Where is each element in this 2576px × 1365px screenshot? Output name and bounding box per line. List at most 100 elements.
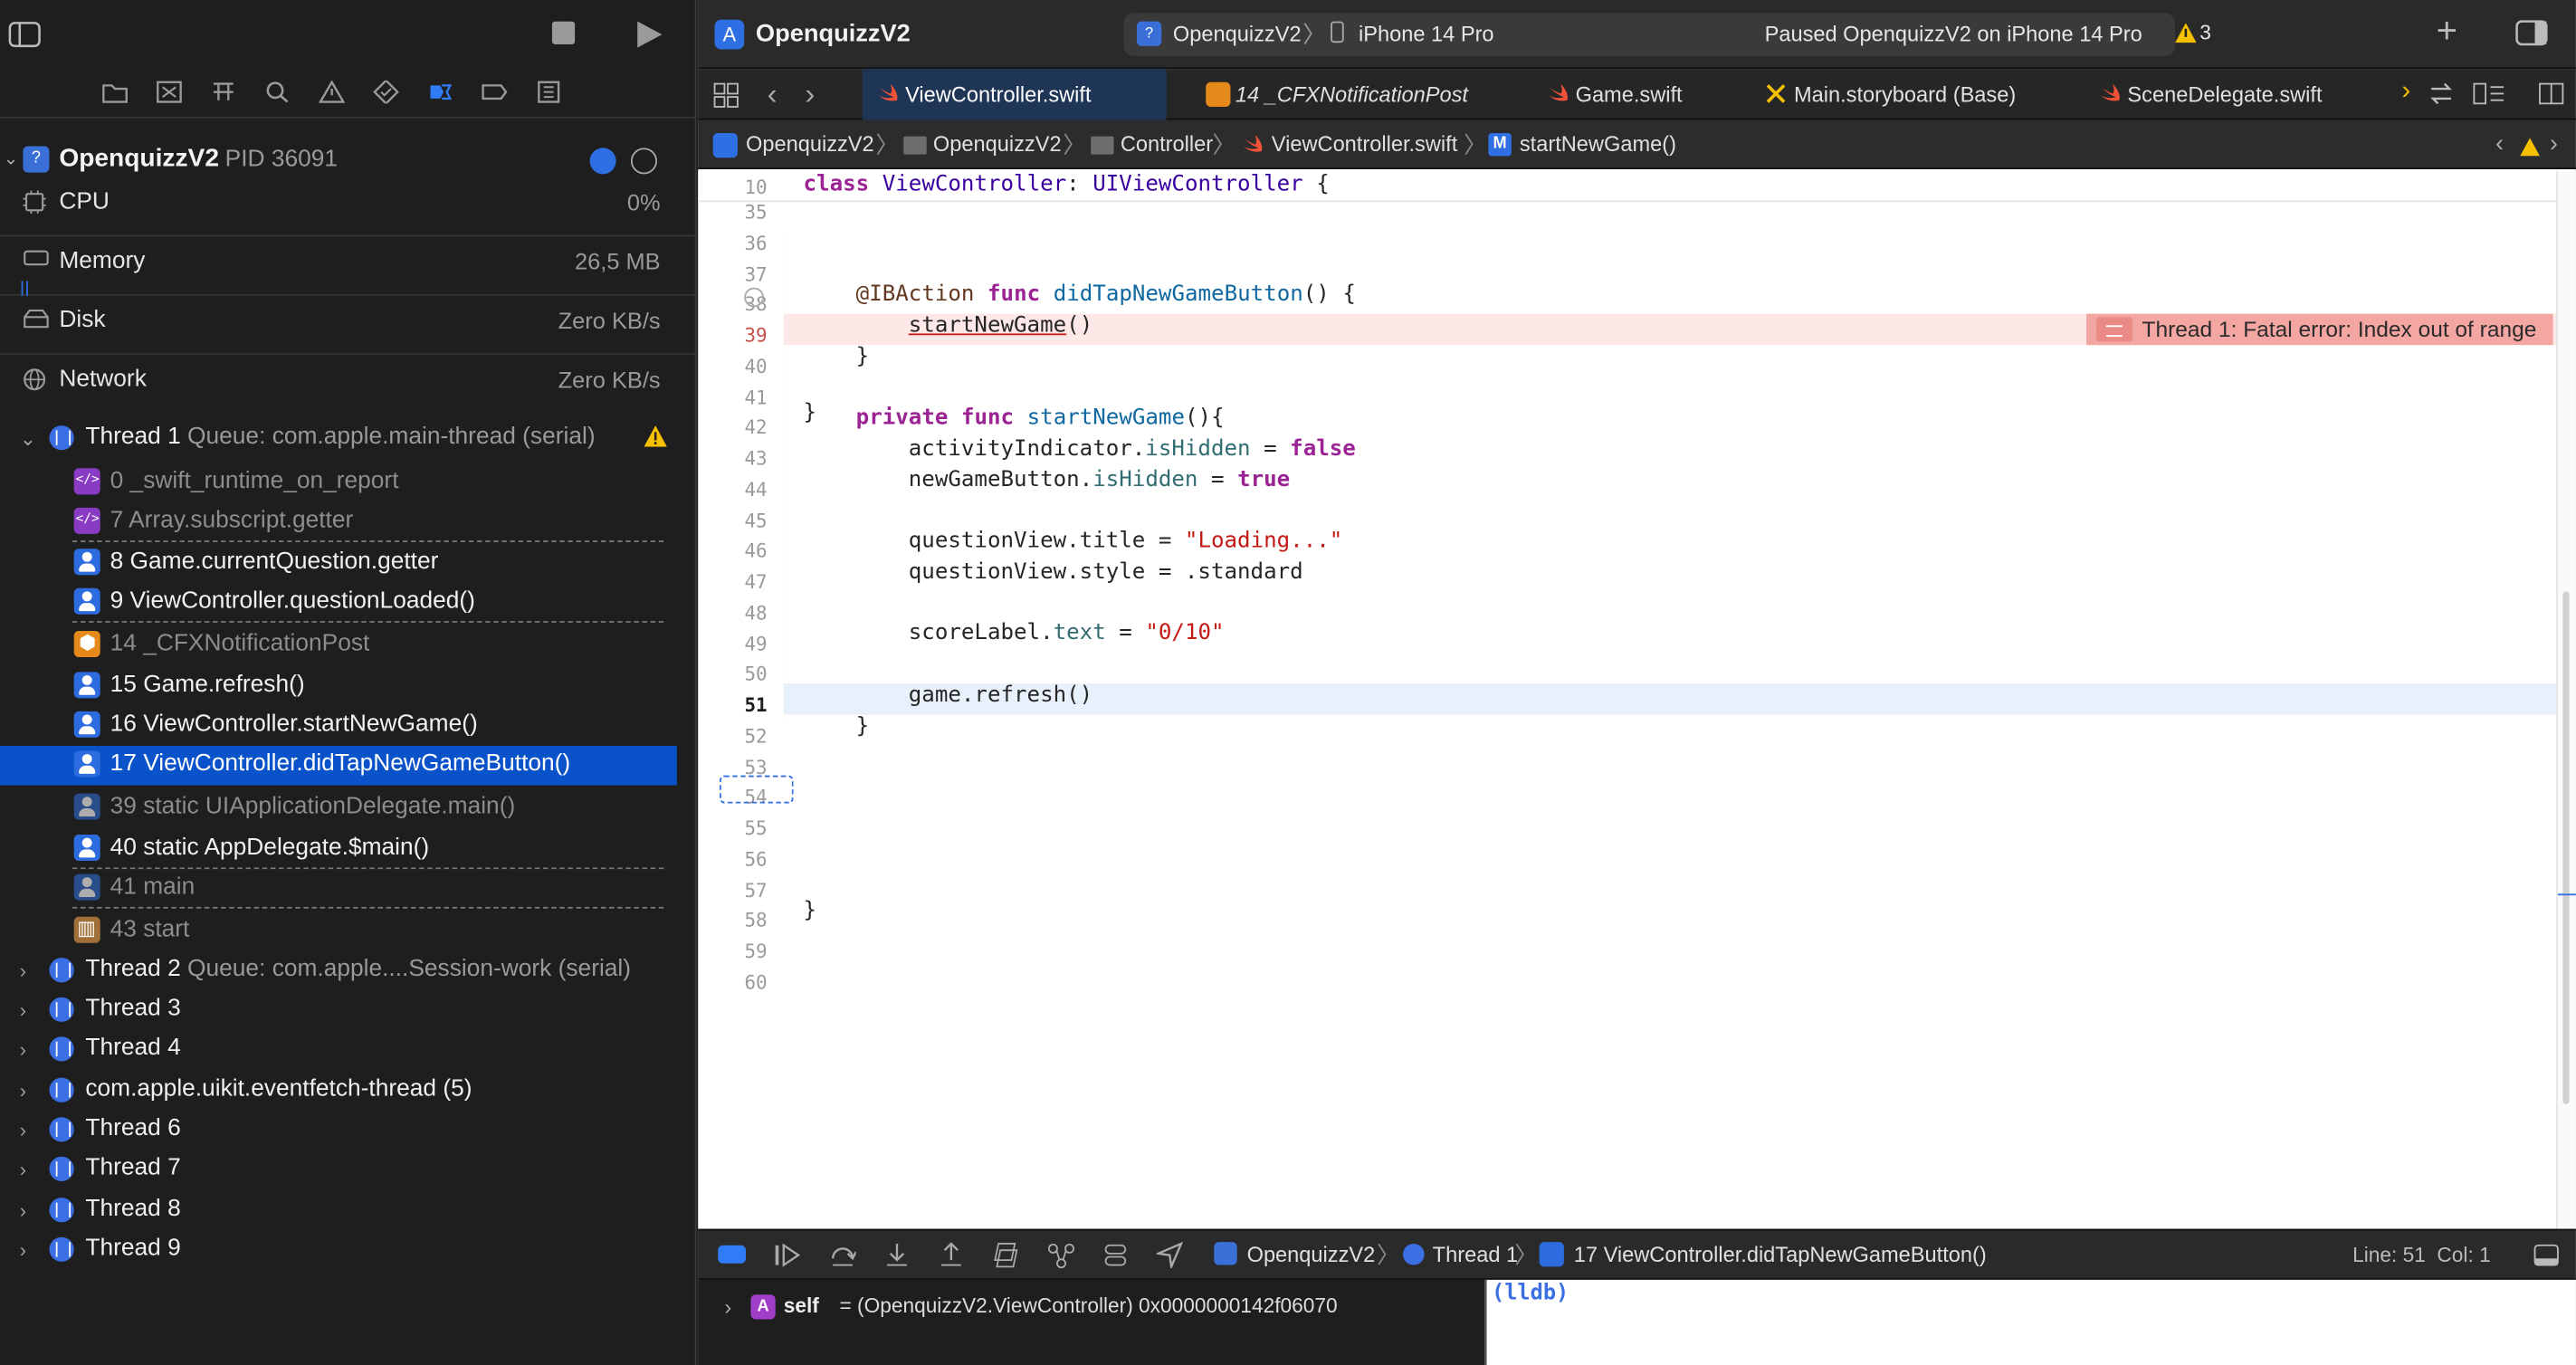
warning-icon[interactable] — [2175, 22, 2197, 48]
next-issue-icon[interactable]: › — [2550, 129, 2558, 158]
chevron-down-icon[interactable]: ⌄ — [4, 148, 19, 169]
sidebar-toggle-icon[interactable] — [8, 22, 41, 48]
debug-session-icon[interactable] — [589, 148, 616, 175]
editor-options-icon[interactable] — [2473, 82, 2505, 110]
breakpoint-placeholder[interactable] — [719, 775, 794, 804]
vertical-scrollbar[interactable] — [2556, 170, 2576, 1229]
thread-filter-icon[interactable] — [630, 148, 657, 175]
gauge-cpu[interactable]: CPU 0% — [0, 177, 697, 237]
symbol-icon[interactable] — [210, 81, 236, 103]
stack-frame-row[interactable]: 7 Array.subscript.getter — [0, 502, 697, 542]
grid-icon[interactable] — [713, 82, 739, 113]
step-over-icon[interactable] — [830, 1242, 857, 1273]
thread-row[interactable]: › Thread 7 — [0, 1152, 697, 1188]
thread-row-1[interactable]: ⌄ Thread 1 Queue: com.apple.main-thread … — [0, 421, 697, 457]
jump-folder[interactable]: Controller — [1121, 131, 1213, 156]
forward-chevron-icon[interactable]: › — [805, 77, 815, 111]
search-icon[interactable] — [264, 81, 291, 103]
debug-navigator-icon[interactable] — [427, 81, 453, 103]
thread-row[interactable]: › com.apple.uikit.eventfetch-thread (5) — [0, 1072, 697, 1108]
activity-view[interactable]: ? OpenquizzV2 〉 iPhone 14 Pro Paused Ope… — [1123, 13, 2176, 56]
chevron-right-icon[interactable]: › — [20, 1119, 26, 1141]
thread-row-2[interactable]: › Thread 2 Queue: com.apple....Session-w… — [0, 953, 697, 989]
tab-game[interactable]: Game.swift — [1532, 69, 1713, 119]
test-diamond-icon[interactable] — [373, 80, 399, 104]
stack-frame-row[interactable]: 9 ViewController.questionLoaded() — [0, 583, 697, 623]
console-view[interactable]: (lldb) — [1484, 1279, 2576, 1365]
source-editor[interactable]: 35 36 37 38 39 40 41 42 43 44 45 46 47 48 49 50 51 52 53 54… — [698, 170, 2576, 1229]
stack-frame-row[interactable]: 17 ViewController.didTapNewGameButton() — [0, 746, 677, 786]
warning-icon[interactable] — [2520, 135, 2540, 161]
chevron-right-icon[interactable]: › — [20, 1238, 26, 1261]
ibaction-connection-icon[interactable] — [744, 287, 764, 308]
breakpoints-toggle-icon[interactable] — [718, 1245, 747, 1264]
chevron-down-icon[interactable]: ⌄ — [20, 427, 36, 450]
issue-warning-icon[interactable] — [319, 80, 346, 103]
thread-row[interactable]: › Thread 9 — [0, 1232, 697, 1268]
hide-debug-area-icon[interactable] — [2533, 1242, 2560, 1273]
stack-frame-row[interactable]: 41 main — [0, 869, 697, 909]
step-into-icon[interactable] — [883, 1242, 910, 1273]
breakpoint-icon[interactable] — [482, 81, 508, 103]
stack-frame-row[interactable]: 43 start — [0, 912, 697, 951]
stack-frame-row[interactable]: 16 ViewController.startNewGame() — [0, 706, 697, 746]
chevron-right-icon[interactable]: › — [20, 1159, 26, 1181]
chevron-right-icon[interactable]: › — [20, 1039, 26, 1062]
folder-icon[interactable] — [102, 81, 129, 103]
gauge-memory[interactable]: Memory 26,5 MB — [0, 236, 697, 296]
jump-project[interactable]: OpenquizzV2 — [746, 131, 874, 156]
tab-cfxnotificationpost[interactable]: 14 _CFXNotificationPost — [1193, 69, 1473, 119]
thread-row[interactable]: › Thread 4 — [0, 1032, 697, 1068]
stack-frame-row[interactable]: 8 Game.currentQuestion.getter — [0, 544, 697, 584]
jump-group[interactable]: OpenquizzV2 — [933, 131, 1062, 156]
tab-viewcontroller[interactable]: ViewController.swift — [862, 69, 1167, 120]
chevron-right-icon[interactable]: › — [20, 1079, 26, 1102]
chevron-right-icon[interactable]: › — [20, 1198, 26, 1221]
add-icon[interactable]: + — [2437, 13, 2457, 50]
environment-overrides-icon[interactable] — [1102, 1242, 1129, 1273]
inspector-toggle-icon[interactable] — [2515, 20, 2548, 51]
debug-project[interactable]: OpenquizzV2 — [1247, 1242, 1376, 1266]
error-annotation[interactable]: Thread 1: Fatal error: Index out of rang… — [2085, 313, 2553, 346]
back-chevron-icon[interactable]: ‹ — [768, 77, 778, 111]
thread-row[interactable]: › Thread 6 — [0, 1112, 697, 1149]
source-control-icon[interactable] — [156, 81, 182, 103]
tab-main-storyboard[interactable]: Main.storyboard (Base) — [1751, 69, 2039, 119]
variables-view[interactable]: › A self = (OpenquizzV2.ViewController) … — [698, 1279, 1485, 1365]
debug-frame[interactable]: 17 ViewController.didTapNewGameButton() — [1574, 1242, 1987, 1266]
stop-icon[interactable] — [551, 21, 576, 45]
chevron-right-icon[interactable]: › — [724, 1294, 731, 1319]
scrollbar-thumb[interactable] — [2562, 591, 2570, 1104]
swap-icon[interactable] — [2428, 82, 2455, 110]
thread-row[interactable]: › Thread 3 — [0, 992, 697, 1028]
stack-frame-row[interactable]: 14 _CFXNotificationPost — [0, 626, 697, 666]
stack-frame-row[interactable]: 0 _swift_runtime_on_report — [0, 463, 697, 503]
split-editor-icon[interactable] — [2538, 82, 2564, 110]
jump-method[interactable]: startNewGame() — [1520, 131, 1676, 156]
process-row[interactable]: ⌄ ? OpenquizzV2 PID 36091 — [0, 141, 697, 181]
tab-scenedelegate[interactable]: SceneDelegate.swift — [2085, 69, 2380, 119]
stack-frame-row[interactable]: 39 static UIApplicationDelegate.main() — [0, 788, 697, 828]
line-number-gutter[interactable]: 35 36 37 38 39 40 41 42 43 44 45 46 47 48 49 50 51 52 53 54… — [698, 170, 784, 1229]
view-hierarchy-icon[interactable] — [994, 1242, 1020, 1273]
chevron-right-icon[interactable]: › — [20, 999, 26, 1022]
stack-frame-row[interactable]: 40 static AppDelegate.$main() — [0, 830, 697, 870]
report-icon[interactable] — [536, 81, 562, 103]
jump-file[interactable]: ViewController.swift — [1272, 131, 1457, 156]
continue-icon[interactable] — [774, 1242, 801, 1273]
gauge-network[interactable]: Network Zero KB/s — [0, 355, 697, 414]
chevron-right-icon[interactable]: › — [20, 959, 26, 982]
run-icon[interactable] — [634, 20, 664, 50]
memory-graph-icon[interactable] — [1047, 1242, 1075, 1273]
device-name[interactable]: iPhone 14 Pro — [1359, 22, 1494, 46]
thread-row[interactable]: › Thread 8 — [0, 1192, 697, 1228]
prev-issue-icon[interactable]: ‹ — [2495, 129, 2504, 158]
tab-overflow-icon[interactable]: › — [2402, 77, 2411, 107]
gauge-disk[interactable]: Disk Zero KB/s — [0, 296, 697, 356]
simulate-location-icon[interactable] — [1154, 1241, 1184, 1273]
scheme-name[interactable]: OpenquizzV2 — [1173, 22, 1302, 46]
warning-count[interactable]: 3 — [2199, 22, 2211, 44]
step-out-icon[interactable] — [938, 1242, 964, 1273]
debug-thread[interactable]: Thread 1 — [1433, 1242, 1518, 1266]
stack-frame-row[interactable]: 15 Game.refresh() — [0, 667, 697, 707]
